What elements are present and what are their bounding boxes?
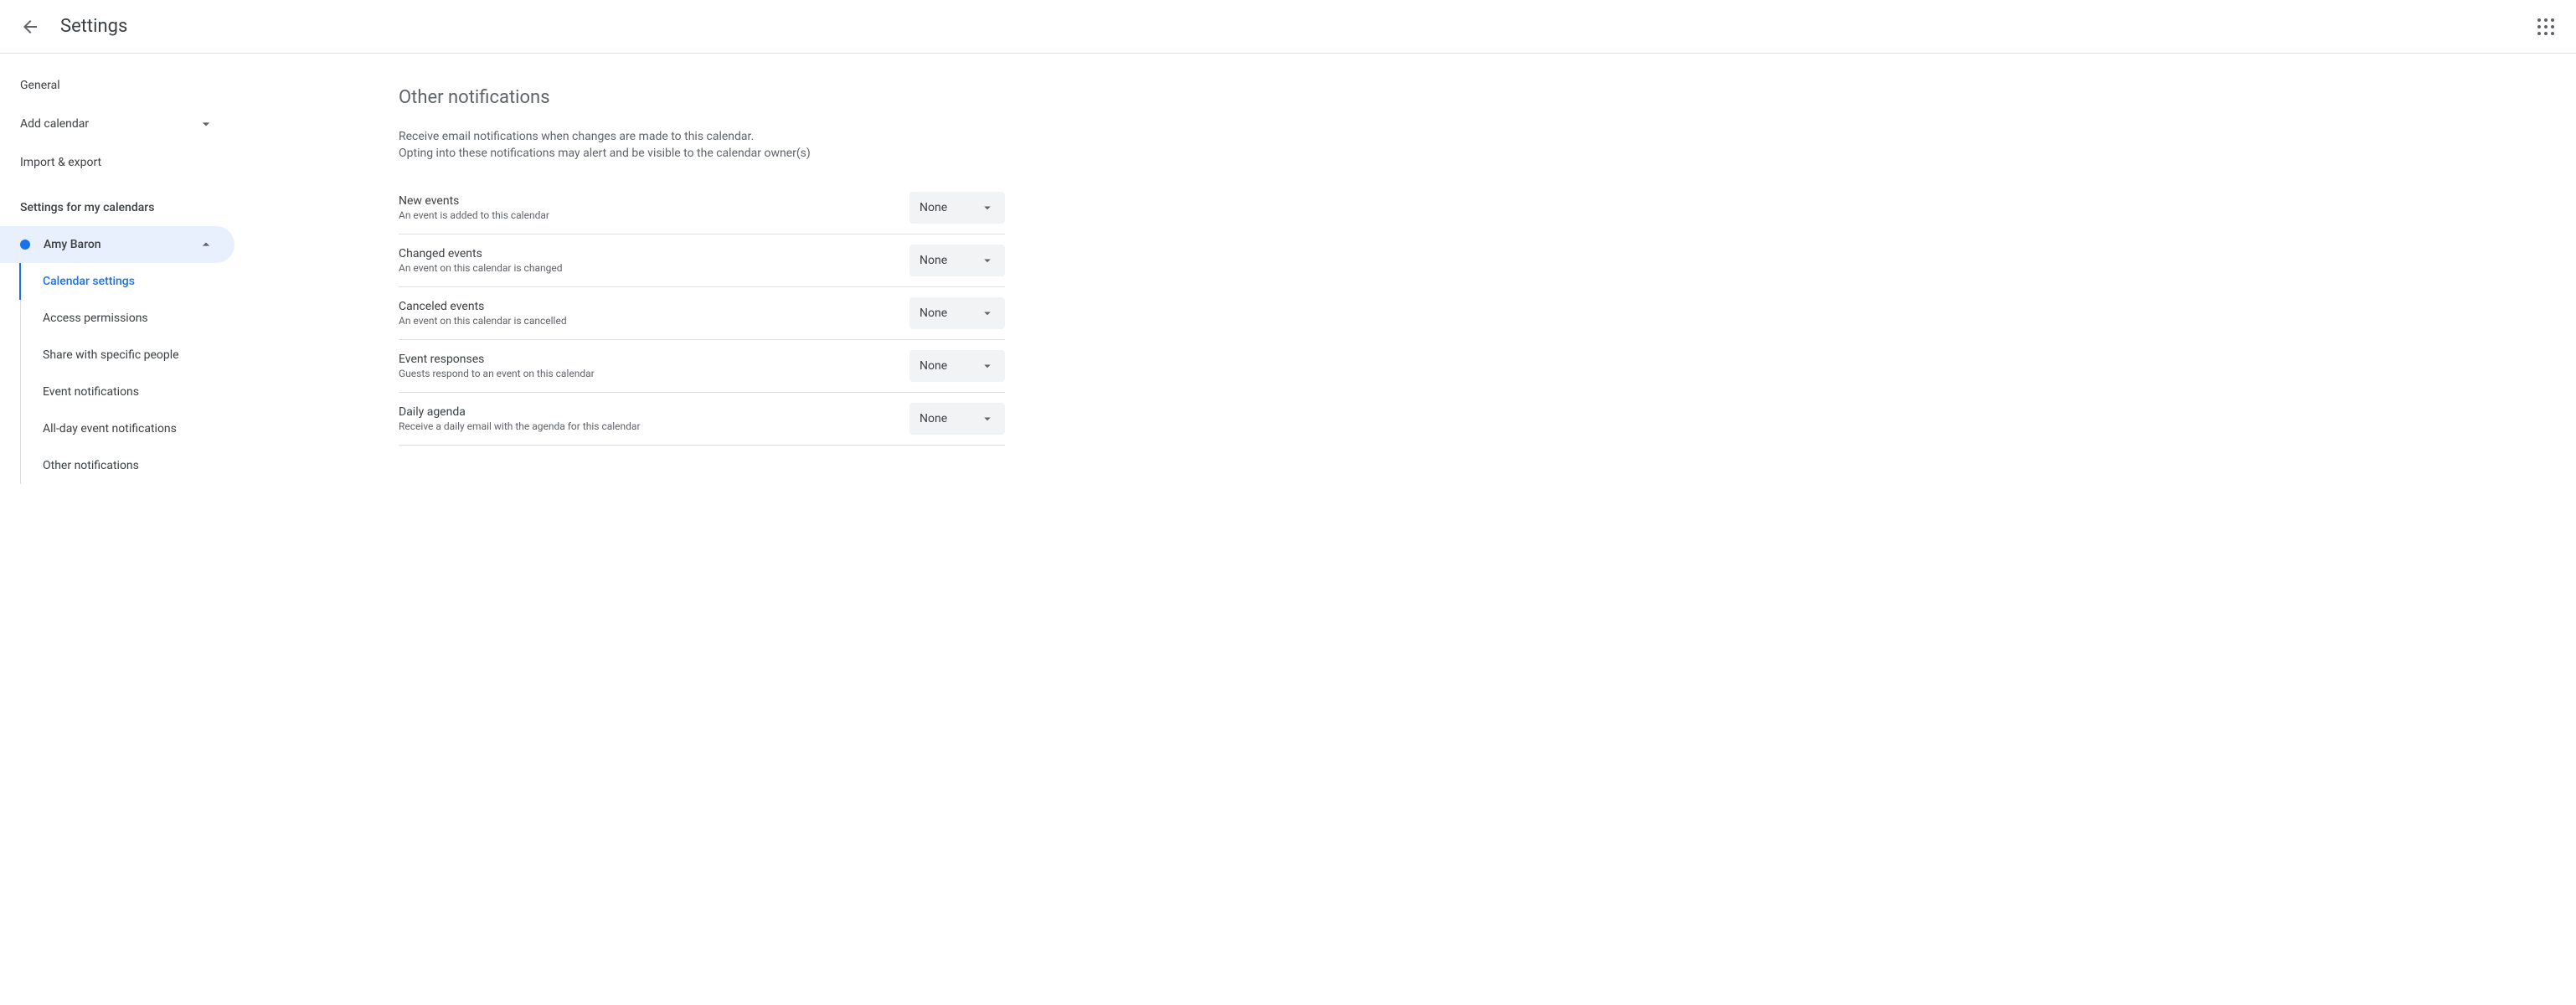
dropdown-value: None	[920, 307, 947, 320]
subnav-allday-notifications[interactable]: All-day event notifications	[19, 410, 234, 447]
page-title: Settings	[60, 16, 127, 37]
sidebar-item-general[interactable]: General	[0, 67, 234, 104]
notification-title: Daily agenda	[399, 405, 909, 419]
section-desc-line1: Receive email notifications when changes…	[399, 128, 1005, 145]
chevron-down-icon	[980, 200, 995, 215]
section-title: Other notifications	[399, 87, 1005, 108]
notification-text: Changed events An event on this calendar…	[399, 247, 909, 274]
notification-subtitle: An event on this calendar is changed	[399, 262, 909, 274]
subnav-label: Access permissions	[43, 312, 148, 325]
notification-row-new-events: New events An event is added to this cal…	[399, 182, 1005, 234]
chevron-up-icon	[198, 236, 214, 253]
chevron-down-icon	[980, 306, 995, 321]
sidebar-calendar-item[interactable]: Amy Baron	[0, 226, 234, 263]
notification-subtitle: An event on this calendar is cancelled	[399, 315, 909, 327]
main-content: Other notifications Receive email notifi…	[234, 54, 1005, 497]
dropdown-value: None	[920, 201, 947, 214]
chevron-down-icon	[980, 253, 995, 268]
dropdown-canceled-events[interactable]: None	[909, 297, 1005, 329]
notification-text: Canceled events An event on this calenda…	[399, 300, 909, 327]
section-description: Receive email notifications when changes…	[399, 128, 1005, 162]
subnav-event-notifications[interactable]: Event notifications	[19, 374, 234, 410]
calendar-item-left: Amy Baron	[20, 238, 101, 251]
notification-row-event-responses: Event responses Guests respond to an eve…	[399, 340, 1005, 393]
sidebar-label: General	[20, 79, 60, 92]
sidebar-label: Add calendar	[20, 117, 89, 131]
subnav: Calendar settings Access permissions Sha…	[20, 263, 234, 484]
arrow-left-icon	[20, 17, 40, 37]
content-container: General Add calendar Import & export Set…	[0, 54, 1315, 497]
dropdown-value: None	[920, 359, 947, 373]
notification-row-daily-agenda: Daily agenda Receive a daily email with …	[399, 393, 1005, 446]
app-header: Settings	[0, 0, 2576, 54]
subnav-label: Calendar settings	[43, 275, 135, 288]
notification-text: Daily agenda Receive a daily email with …	[399, 405, 909, 432]
chevron-down-icon	[198, 116, 214, 132]
dropdown-event-responses[interactable]: None	[909, 350, 1005, 382]
subnav-label: All-day event notifications	[43, 422, 177, 436]
dropdown-daily-agenda[interactable]: None	[909, 403, 1005, 435]
notification-title: Canceled events	[399, 300, 909, 313]
notification-subtitle: Receive a daily email with the agenda fo…	[399, 420, 909, 432]
dropdown-value: None	[920, 412, 947, 425]
subnav-label: Share with specific people	[43, 348, 179, 362]
calendar-color-dot	[20, 240, 30, 250]
sidebar: General Add calendar Import & export Set…	[0, 54, 234, 497]
notification-subtitle: Guests respond to an event on this calen…	[399, 368, 909, 379]
calendar-name-label: Amy Baron	[44, 238, 101, 251]
dropdown-value: None	[920, 254, 947, 267]
sidebar-item-import-export[interactable]: Import & export	[0, 144, 234, 181]
subnav-label: Event notifications	[43, 385, 139, 399]
chevron-down-icon	[980, 411, 995, 426]
dropdown-changed-events[interactable]: None	[909, 245, 1005, 276]
notification-title: New events	[399, 194, 909, 208]
notification-subtitle: An event is added to this calendar	[399, 209, 909, 221]
subnav-other-notifications[interactable]: Other notifications	[19, 447, 234, 484]
notification-title: Event responses	[399, 353, 909, 366]
section-desc-line2: Opting into these notifications may aler…	[399, 145, 1005, 162]
apps-launcher-button[interactable]	[2529, 10, 2563, 44]
subnav-share-people[interactable]: Share with specific people	[19, 337, 234, 374]
subnav-label: Other notifications	[43, 459, 139, 472]
notification-row-changed-events: Changed events An event on this calendar…	[399, 234, 1005, 287]
notification-row-canceled-events: Canceled events An event on this calenda…	[399, 287, 1005, 340]
subnav-calendar-settings[interactable]: Calendar settings	[19, 263, 234, 300]
apps-grid-icon	[2537, 18, 2554, 35]
notification-text: New events An event is added to this cal…	[399, 194, 909, 221]
subnav-access-permissions[interactable]: Access permissions	[19, 300, 234, 337]
sidebar-label: Import & export	[20, 156, 101, 169]
chevron-down-icon	[980, 358, 995, 374]
notification-title: Changed events	[399, 247, 909, 260]
sidebar-item-add-calendar[interactable]: Add calendar	[0, 104, 234, 144]
sidebar-section-heading: Settings for my calendars	[0, 181, 234, 226]
notification-text: Event responses Guests respond to an eve…	[399, 353, 909, 379]
back-button[interactable]	[13, 10, 47, 44]
dropdown-new-events[interactable]: None	[909, 192, 1005, 224]
